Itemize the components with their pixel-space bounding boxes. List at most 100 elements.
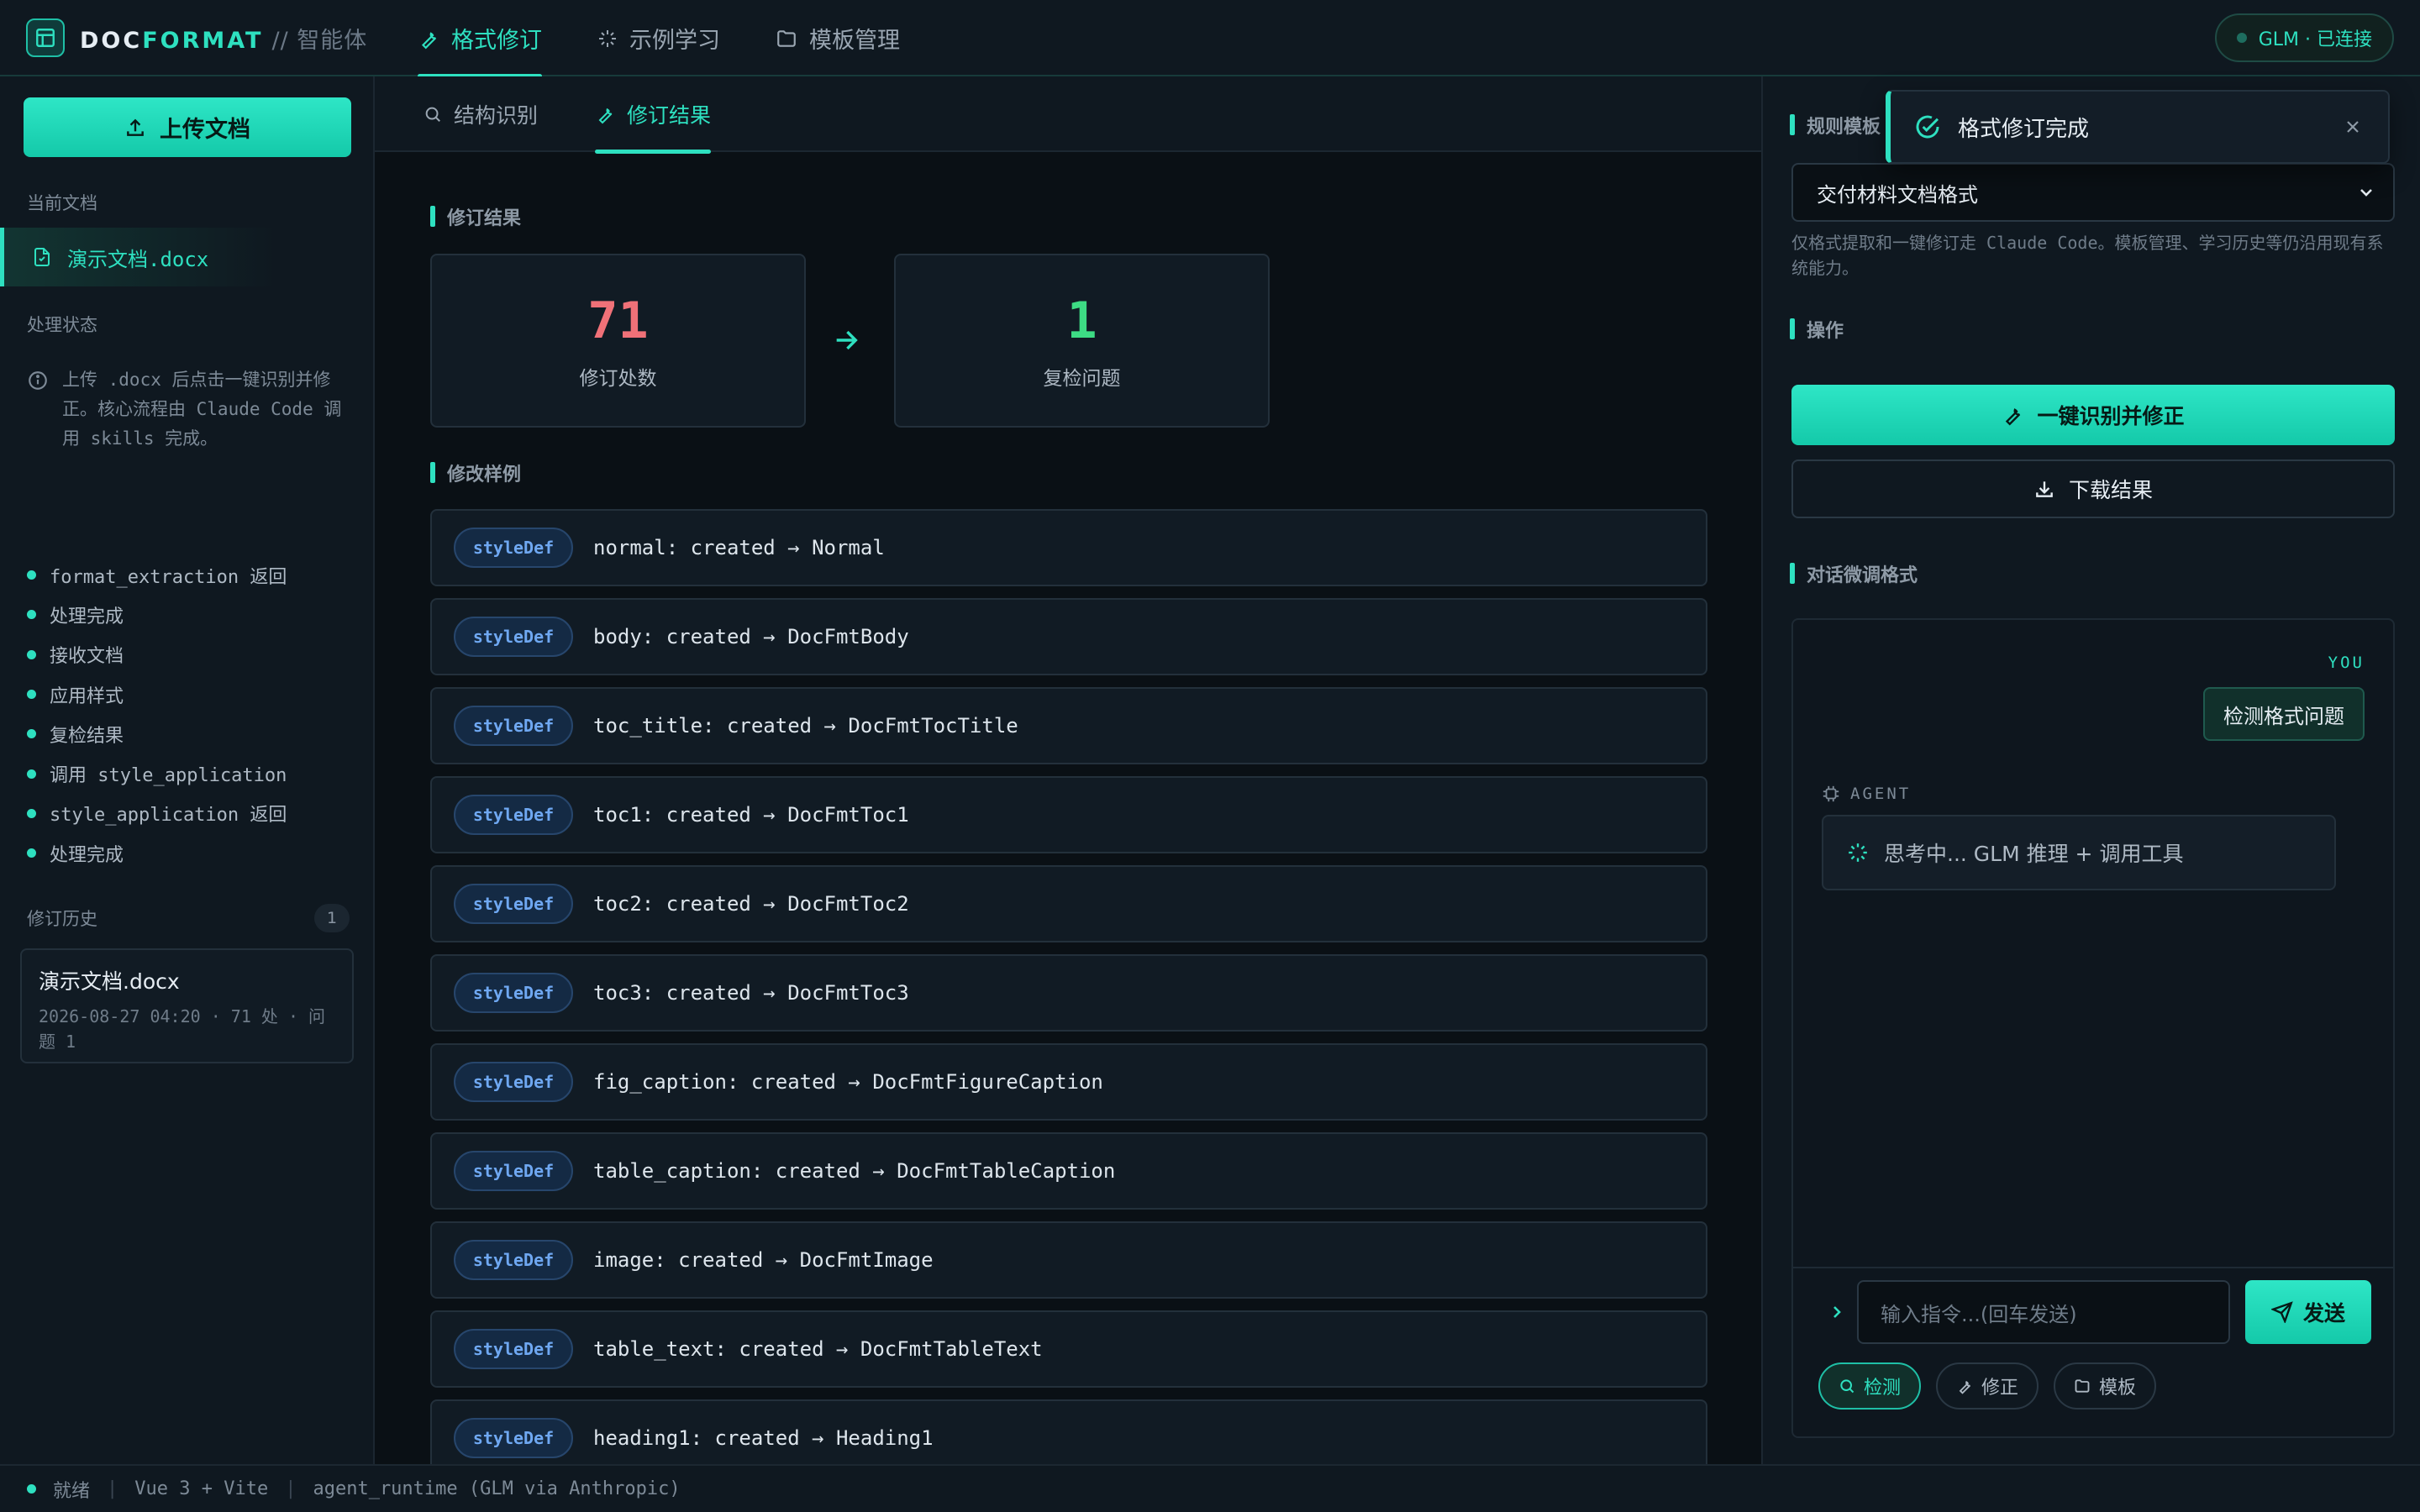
chat-heading: 对话微调格式 [1790,560,1918,587]
agent-cpu-icon [1823,785,1839,802]
log-text: 应用样式 [50,685,124,707]
style-def-tag: styleDef [454,1418,573,1458]
style-def-tag: styleDef [454,1062,573,1102]
quick-template-button[interactable]: 模板 [2054,1362,2157,1410]
agent-message: 思考中... GLM 推理 + 调用工具 [1822,815,2336,890]
sample-text: toc2: created → DocFmtToc2 [593,892,909,916]
stat-label: 修订处数 [579,367,657,390]
send-icon [2270,1301,2293,1323]
folder-icon [777,29,796,47]
check-circle-icon [1916,115,1939,139]
brand-part1: DOC [80,28,143,54]
close-icon[interactable] [2343,117,2363,143]
agent-label-row: AGENT [1822,785,1911,803]
log-dot-icon [27,848,36,858]
style-def-tag: styleDef [454,795,573,835]
right-panel: 规则模板 交付材料文档格式 仅格式提取和一键修订走 Claude Code。模板… [1761,76,2420,1464]
sample-text: fig_caption: created → DocFmtFigureCapti… [593,1070,1103,1094]
identify-and-fix-label: 一键识别并修正 [2037,404,2185,428]
nav-tab-label: 模板管理 [809,28,900,54]
log-text: 处理完成 [50,844,124,866]
log-item: 接收文档 [27,635,287,675]
log-item: 复检结果 [27,714,287,753]
identify-and-fix-button[interactable]: 一键识别并修正 [1791,385,2395,445]
quick-fix-label: 修正 [1981,1378,2019,1399]
wrench-icon [421,31,437,49]
tab-revision-result[interactable]: 修订结果 [595,76,712,154]
send-button[interactable]: 发送 [2245,1280,2371,1344]
template-select[interactable]: 交付材料文档格式 [1791,163,2395,222]
style-def-tag: styleDef [454,1329,573,1369]
sample-text: body: created → DocFmtBody [593,625,909,648]
process-log-list: format_extraction 返回 处理完成 接收文档 应用样式 复检结果… [27,555,287,873]
wrench-icon [598,108,613,124]
ready-dot-icon [27,1484,36,1494]
style-def-tag: styleDef [454,884,573,924]
log-dot-icon [27,808,36,818]
stat-value: 1 [1066,291,1097,350]
sample-text: normal: created → Normal [593,536,885,559]
nav-tab-example-learning[interactable]: 示例学习 [597,0,720,76]
agent-message-text: 思考中... GLM 推理 + 调用工具 [1884,842,2184,866]
toast-message: 格式修订完成 [1958,116,2090,142]
log-text: 复检结果 [50,725,124,747]
sample-text: image: created → DocFmtImage [593,1248,934,1272]
nav-tab-template-management[interactable]: 模板管理 [776,0,900,76]
history-item[interactable]: 演示文档.docx 2026-08-27 04:20 · 71 处 · 问题 1 [20,948,354,1063]
tab-label: 修订结果 [627,103,712,128]
sample-text: heading1: created → Heading1 [593,1426,934,1450]
stat-label: 复检问题 [1043,367,1121,390]
log-item: 处理完成 [27,595,287,634]
log-item: 处理完成 [27,833,287,873]
quick-fix-button[interactable]: 修正 [1936,1362,2039,1410]
log-item: 调用 style_application [27,753,287,793]
current-doc-heading: 当前文档 [27,193,97,213]
history-count-badge: 1 [314,904,350,932]
process-info: 上传 .docx 后点击一键识别并修正。核心流程由 Claude Code 调用… [27,365,355,454]
style-def-tag: styleDef [454,528,573,568]
send-label: 发送 [2302,1301,2345,1326]
nav-tab-label: 示例学习 [629,28,720,54]
stat-value: 71 [587,291,649,350]
app-logo-icon [26,18,65,57]
upload-label: 上传文档 [160,117,250,143]
tab-structure-recognition[interactable]: 结构识别 [424,76,538,152]
upload-icon [127,118,144,136]
nav-tab-format-revision[interactable]: 格式修订 [418,0,542,78]
status-separator: | [107,1478,118,1499]
main-content: 结构识别 修订结果 修订结果 71 修订处数 1 复检问题 修改样例 style… [375,76,1761,1477]
current-document-item[interactable]: 演示文档.docx [0,228,277,286]
tab-label: 结构识别 [454,103,539,128]
sample-row: styleDef table_caption: created → DocFmtT… [430,1132,1707,1210]
samples-heading: 修改样例 [430,459,521,486]
quick-detect-button[interactable]: 检测 [1818,1362,1922,1410]
brand-part2: FORMAT [142,28,264,54]
download-result-label: 下载结果 [2068,478,2153,502]
upload-document-button[interactable]: 上传文档 [24,97,351,157]
chat-input[interactable]: 输入指令...(回车发送) [1857,1280,2230,1344]
quick-detect-label: 检测 [1864,1378,1902,1399]
template-selected-value: 交付材料文档格式 [1817,182,1978,207]
style-def-tag: styleDef [454,1240,573,1280]
brand-suffix: // 智能体 [271,28,368,54]
status-state: 就绪 [53,1480,91,1502]
sample-row: styleDef toc_title: created → DocFmtTocTi… [430,687,1707,764]
sample-text: toc_title: created → DocFmtTocTitle [593,714,1018,738]
style-def-tag: styleDef [454,706,573,746]
search-icon [425,107,440,122]
download-result-button[interactable]: 下载结果 [1791,459,2395,518]
log-dot-icon [27,690,36,700]
arrow-right-icon [832,326,860,360]
download-icon [2036,481,2053,497]
sample-row: styleDef fig_caption: created → DocFmtFig… [430,1043,1707,1121]
style-def-tag: styleDef [454,973,573,1013]
status-stack: Vue 3 + Vite [134,1478,269,1499]
sub-tabs: 结构识别 修订结果 [375,76,1761,154]
sample-text: toc3: created → DocFmtToc3 [593,981,909,1005]
log-dot-icon [27,570,36,580]
left-sidebar: 上传文档 当前文档 演示文档.docx 处理状态 上传 .docx 后点击一键识… [0,76,375,1464]
log-dot-icon [27,729,36,739]
chat-divider [1793,1267,2393,1268]
process-status-heading: 处理状态 [27,315,97,335]
loading-spinner-icon [1849,843,1867,862]
